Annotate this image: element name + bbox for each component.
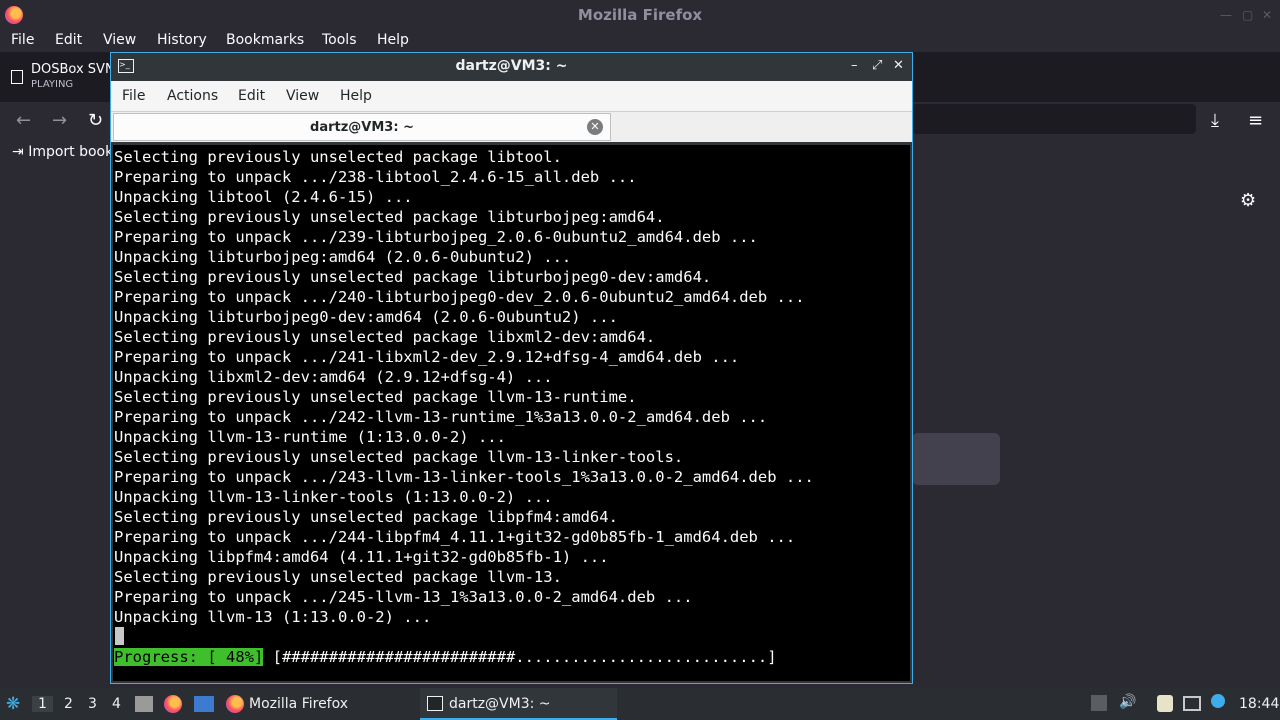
terminal-titlebar[interactable]: >_ dartz@VM3: ~ – ⤢ ✕ — [111, 53, 912, 81]
close-tab-icon[interactable]: ✕ — [587, 119, 603, 135]
terminal-cursor — [115, 627, 124, 645]
task-firefox-label: Mozilla Firefox — [249, 696, 349, 712]
progress-label: Progress: [ 48%] — [114, 648, 264, 666]
terminal-tabbar: dartz@VM3: ~ ✕ — [111, 111, 912, 142]
terminal-line: Unpacking llvm-13-runtime (1:13.0.0-2) .… — [114, 428, 506, 446]
terminal-line: Unpacking libtool (2.4.6-15) ... — [114, 188, 413, 206]
terminal-line: Preparing to unpack .../239-libturbojpeg… — [114, 228, 758, 246]
terminal-line: Preparing to unpack .../238-libtool_2.4.… — [114, 168, 637, 186]
terminal-line: Preparing to unpack .../240-libturbojpeg… — [114, 288, 805, 306]
terminal-window-title: dartz@VM3: ~ — [455, 58, 568, 74]
terminal-line: Selecting previously unselected package … — [114, 148, 562, 166]
app-launcher-icon[interactable]: ❋ — [6, 694, 20, 714]
reload-icon[interactable]: ↻ — [88, 110, 103, 131]
volume-icon[interactable]: 🔊 — [1119, 694, 1136, 710]
terminal-line: Preparing to unpack .../243-llvm-13-link… — [114, 468, 814, 486]
terminal-line: Selecting previously unselected package … — [114, 568, 562, 586]
desktop-2[interactable]: 2 — [64, 696, 73, 712]
desktop-4[interactable]: 4 — [112, 696, 121, 712]
terminal-output[interactable]: Selecting previously unselected package … — [113, 145, 910, 681]
progress-bar: [#########################..............… — [263, 648, 777, 666]
terminal-line: Unpacking libpfm4:amd64 (4.11.1+git32-gd… — [114, 548, 609, 566]
firefox-window-title: Mozilla Firefox — [577, 6, 703, 24]
content-card[interactable] — [912, 433, 1000, 485]
clipboard-icon[interactable] — [1157, 695, 1173, 712]
clock[interactable]: 18:44 — [1239, 696, 1279, 712]
import-bookmarks-button[interactable]: ⇥ Import book — [12, 144, 113, 160]
file-manager-icon[interactable] — [135, 696, 153, 712]
terminal-line: Preparing to unpack .../241-libxml2-dev_… — [114, 348, 740, 366]
terminal-line: Preparing to unpack .../245-llvm-13_1%3a… — [114, 588, 693, 606]
menu-help[interactable]: Help — [340, 88, 372, 104]
terminal-line: Unpacking libxml2-dev:amd64 (2.9.12+dfsg… — [114, 368, 553, 386]
firefox-launcher-icon[interactable] — [164, 695, 182, 713]
minimize-icon[interactable]: – — [851, 58, 858, 73]
terminal-tab[interactable]: dartz@VM3: ~ ✕ — [113, 113, 611, 141]
tray-arrow-icon[interactable] — [1091, 695, 1107, 711]
hamburger-menu-icon[interactable]: ≡ — [1248, 110, 1263, 131]
desktop-3[interactable]: 3 — [88, 696, 97, 712]
progress-line: Progress: [ 48%] [######################… — [114, 647, 777, 667]
terminal-line: Selecting previously unselected package … — [114, 328, 656, 346]
maximize-icon[interactable]: ⤢ — [872, 58, 882, 73]
terminal-line: Preparing to unpack .../242-llvm-13-runt… — [114, 408, 768, 426]
terminal-line: Unpacking libturbojpeg:amd64 (2.0.6-0ubu… — [114, 248, 572, 266]
menu-edit[interactable]: Edit — [238, 88, 265, 104]
minimize-icon[interactable]: — — [1220, 8, 1232, 22]
task-firefox[interactable]: Mozilla Firefox — [222, 688, 412, 720]
download-icon[interactable]: ⤓ — [1211, 110, 1219, 131]
network-icon[interactable] — [1183, 696, 1201, 711]
menu-actions[interactable]: Actions — [167, 88, 218, 104]
menu-history[interactable]: History — [157, 32, 207, 48]
forward-icon[interactable]: → — [52, 110, 67, 131]
terminal-line: Selecting previously unselected package … — [114, 448, 684, 466]
task-terminal-label: dartz@VM3: ~ — [449, 696, 551, 712]
terminal-line: Selecting previously unselected package … — [114, 208, 665, 226]
terminal-icon — [427, 696, 443, 711]
menu-help[interactable]: Help — [377, 32, 409, 48]
menu-view[interactable]: View — [286, 88, 319, 104]
terminal-tab-label: dartz@VM3: ~ — [310, 120, 414, 135]
desktop-1[interactable]: 1 — [32, 696, 53, 712]
close-icon[interactable]: ✕ — [1262, 8, 1272, 22]
close-icon[interactable]: ✕ — [893, 58, 904, 73]
terminal-menubar: File Actions Edit View Help — [111, 81, 912, 111]
notifications-icon[interactable] — [1211, 694, 1225, 708]
gear-icon[interactable]: ⚙ — [1240, 190, 1256, 211]
terminal-line: Selecting previously unselected package … — [114, 268, 712, 286]
firefox-titlebar: Mozilla Firefox — ▢ ✕ — [0, 0, 1280, 30]
task-terminal[interactable]: dartz@VM3: ~ — [420, 688, 617, 720]
menu-file[interactable]: File — [11, 32, 34, 48]
terminal-line: Unpacking llvm-13 (1:13.0.0-2) ... — [114, 608, 432, 626]
terminal-line: Unpacking libturbojpeg0-dev:amd64 (2.0.6… — [114, 308, 618, 326]
menu-bookmarks[interactable]: Bookmarks — [226, 32, 304, 48]
url-bar[interactable] — [912, 104, 1196, 134]
taskbar: ❋ 1 2 3 4 Mozilla Firefox dartz@VM3: ~ 🔊… — [0, 688, 1280, 720]
terminal-window: >_ dartz@VM3: ~ – ⤢ ✕ File Actions Edit … — [110, 52, 913, 684]
show-desktop-icon[interactable] — [194, 696, 214, 712]
trash-icon — [11, 70, 23, 84]
import-bookmarks-label: Import book — [28, 144, 114, 160]
terminal-line: Unpacking llvm-13-linker-tools (1:13.0.0… — [114, 488, 553, 506]
terminal-line: Selecting previously unselected package … — [114, 508, 618, 526]
firefox-menubar: File Edit View History Bookmarks Tools H… — [0, 30, 1280, 52]
menu-edit[interactable]: Edit — [55, 32, 82, 48]
tab-title: DOSBox SVN — [31, 62, 115, 77]
back-icon[interactable]: ← — [16, 110, 31, 131]
terminal-lines: Selecting previously unselected package … — [114, 147, 814, 627]
maximize-icon[interactable]: ▢ — [1242, 8, 1253, 22]
firefox-icon — [226, 695, 244, 713]
terminal-line: Selecting previously unselected package … — [114, 388, 637, 406]
terminal-line: Preparing to unpack .../244-libpfm4_4.11… — [114, 528, 796, 546]
menu-view[interactable]: View — [103, 32, 136, 48]
menu-file[interactable]: File — [122, 88, 145, 104]
menu-tools[interactable]: Tools — [322, 32, 357, 48]
tab-status: PLAYING — [31, 79, 74, 90]
